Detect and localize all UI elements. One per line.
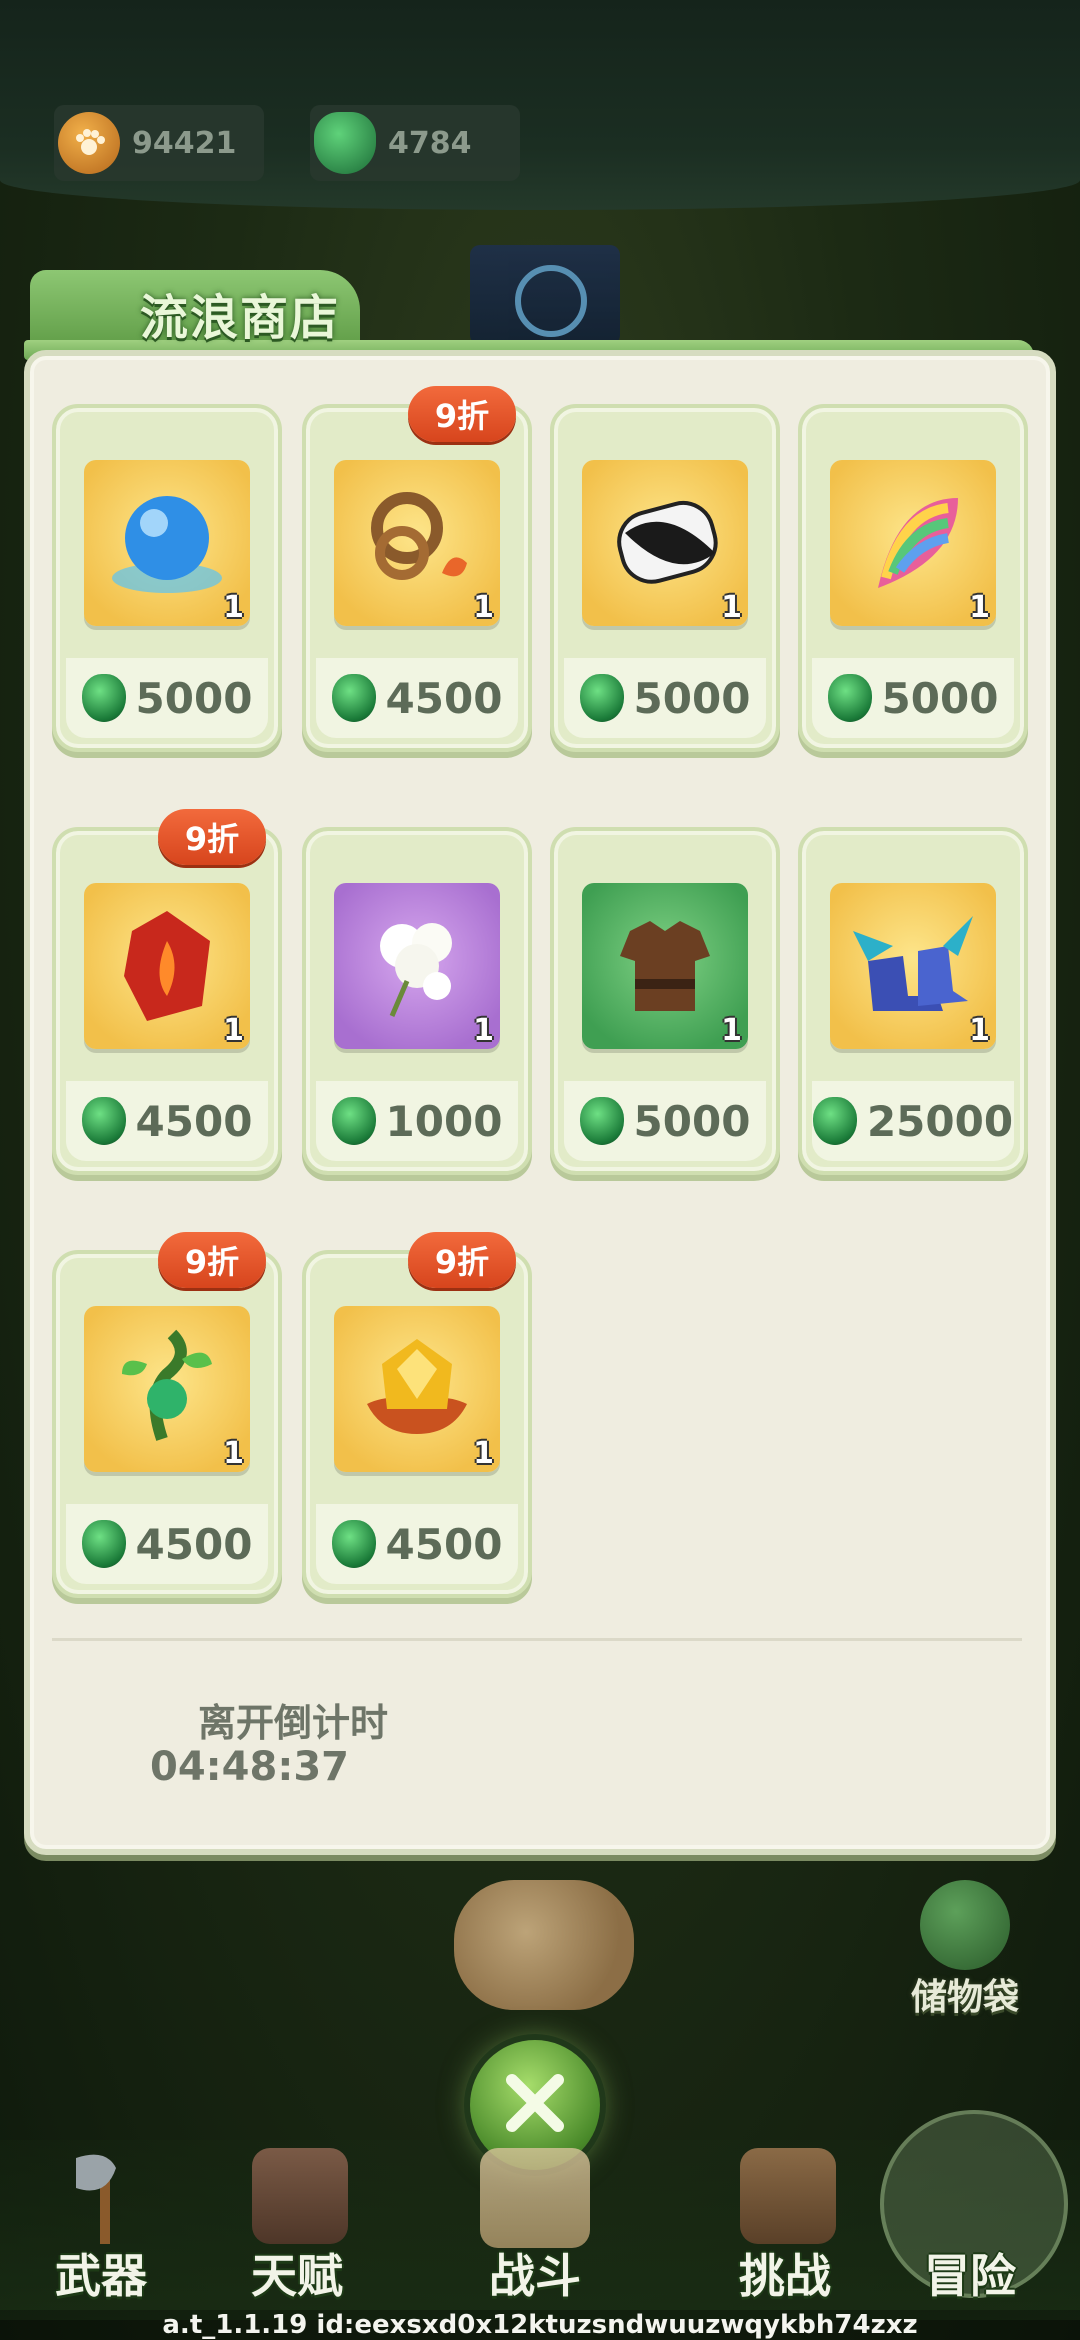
item-quantity: 1 bbox=[969, 1013, 990, 1048]
green-gem-icon bbox=[827, 674, 872, 722]
storage-bag-label: 储物袋 bbox=[910, 1977, 1019, 2018]
paw-currency: 94421 bbox=[54, 105, 264, 181]
price-row: 5000 bbox=[564, 1081, 766, 1161]
shop-item-card[interactable]: 9折 1 4500 bbox=[52, 809, 282, 1175]
bag-icon bbox=[920, 1880, 1010, 1970]
green-gem-icon bbox=[331, 1520, 376, 1568]
nav-challenge-label: 挑战 bbox=[739, 2249, 831, 2303]
shop-item-card[interactable]: 1 5000 bbox=[550, 827, 780, 1175]
shop-item-card[interactable]: 1 5000 bbox=[798, 404, 1028, 752]
item-price: 4500 bbox=[385, 1519, 503, 1569]
shop-item-card[interactable]: 9折 1 4500 bbox=[52, 1232, 282, 1598]
item-price: 25000 bbox=[866, 1096, 1014, 1146]
item-price: 5000 bbox=[633, 673, 751, 723]
discount-badge: 9折 bbox=[408, 1232, 516, 1288]
green-gem-icon bbox=[579, 1097, 624, 1145]
talent-book-icon bbox=[252, 2148, 348, 2244]
price-row: 4500 bbox=[316, 658, 518, 738]
item-price: 1000 bbox=[385, 1096, 503, 1146]
green-gem-icon bbox=[81, 1097, 126, 1145]
item-price: 5000 bbox=[633, 1096, 751, 1146]
shop-item-card[interactable]: 1 25000 bbox=[798, 827, 1028, 1175]
item-quantity: 1 bbox=[223, 590, 244, 625]
paw-icon bbox=[58, 112, 120, 174]
price-row: 1000 bbox=[316, 1081, 518, 1161]
shop-item-card[interactable]: 9折 1 4500 bbox=[302, 386, 532, 752]
item-quantity: 1 bbox=[473, 1436, 494, 1471]
green-gem-icon bbox=[314, 112, 376, 174]
green-gem-icon bbox=[331, 674, 376, 722]
nav-talent-label: 天赋 bbox=[251, 2249, 343, 2303]
green-gem-icon bbox=[81, 1520, 126, 1568]
cloud-icon bbox=[454, 1880, 634, 2010]
green-gem-icon bbox=[579, 674, 624, 722]
nav-battle-label: 战斗 bbox=[489, 2249, 581, 2303]
nav-talent[interactable]: 天赋 bbox=[212, 2148, 382, 2318]
item-quantity: 1 bbox=[969, 590, 990, 625]
portal-icon bbox=[470, 245, 620, 345]
item-quantity: 1 bbox=[223, 1436, 244, 1471]
map-scroll-icon bbox=[480, 2148, 590, 2248]
item-price: 5000 bbox=[881, 673, 999, 723]
discount-badge: 9折 bbox=[158, 1232, 266, 1288]
discount-badge: 9折 bbox=[408, 386, 516, 442]
item-price: 4500 bbox=[135, 1096, 253, 1146]
item-price: 5000 bbox=[135, 673, 253, 723]
nav-weapon[interactable]: 武器 bbox=[16, 2148, 186, 2318]
gem-amount: 4784 bbox=[388, 125, 472, 161]
price-row: 5000 bbox=[812, 658, 1014, 738]
item-quantity: 1 bbox=[473, 590, 494, 625]
price-row: 4500 bbox=[66, 1504, 268, 1584]
shop-item-card[interactable]: 1 1000 bbox=[302, 827, 532, 1175]
divider bbox=[52, 1638, 1022, 1641]
item-quantity: 1 bbox=[473, 1013, 494, 1048]
countdown-timer: 04:48:37 bbox=[150, 1744, 349, 1790]
axe-icon bbox=[56, 2148, 152, 2244]
nav-adventure[interactable]: 冒险 bbox=[870, 2100, 1070, 2303]
green-gem-icon bbox=[81, 674, 126, 722]
item-quantity: 1 bbox=[721, 590, 742, 625]
wooden-dummy-icon bbox=[740, 2148, 836, 2244]
close-icon bbox=[500, 2068, 570, 2142]
item-quantity: 1 bbox=[721, 1013, 742, 1048]
shop-item-card[interactable]: 1 5000 bbox=[550, 404, 780, 752]
item-quantity: 1 bbox=[223, 1013, 244, 1048]
price-row: 4500 bbox=[316, 1504, 518, 1584]
shop-title: 流浪商店 bbox=[140, 290, 341, 346]
paw-amount: 94421 bbox=[132, 125, 237, 161]
nav-weapon-label: 武器 bbox=[55, 2249, 147, 2303]
build-info: a.t_1.1.19 id:eexsxd0x12ktuzsndwuuzwqykb… bbox=[0, 2310, 1080, 2340]
shop-item-card[interactable]: 9折 1 4500 bbox=[302, 1232, 532, 1598]
nav-battle[interactable]: 战斗 bbox=[450, 2148, 620, 2318]
item-price: 4500 bbox=[385, 673, 503, 723]
price-row: 5000 bbox=[564, 658, 766, 738]
discount-badge: 9折 bbox=[158, 809, 266, 865]
price-row: 4500 bbox=[66, 1081, 268, 1161]
nav-adventure-label: 冒险 bbox=[924, 2249, 1016, 2303]
price-row: 5000 bbox=[66, 658, 268, 738]
shop-item-card[interactable]: 1 5000 bbox=[52, 404, 282, 752]
gem-currency: 4784 bbox=[310, 105, 520, 181]
green-gem-icon bbox=[812, 1097, 857, 1145]
nav-challenge[interactable]: 挑战 bbox=[700, 2148, 870, 2318]
countdown-label: 离开倒计时 bbox=[198, 1701, 389, 1745]
item-price: 4500 bbox=[135, 1519, 253, 1569]
storage-bag-button[interactable]: 储物袋 bbox=[890, 1880, 1040, 2030]
price-row: 25000 bbox=[812, 1081, 1014, 1161]
green-gem-icon bbox=[331, 1097, 376, 1145]
